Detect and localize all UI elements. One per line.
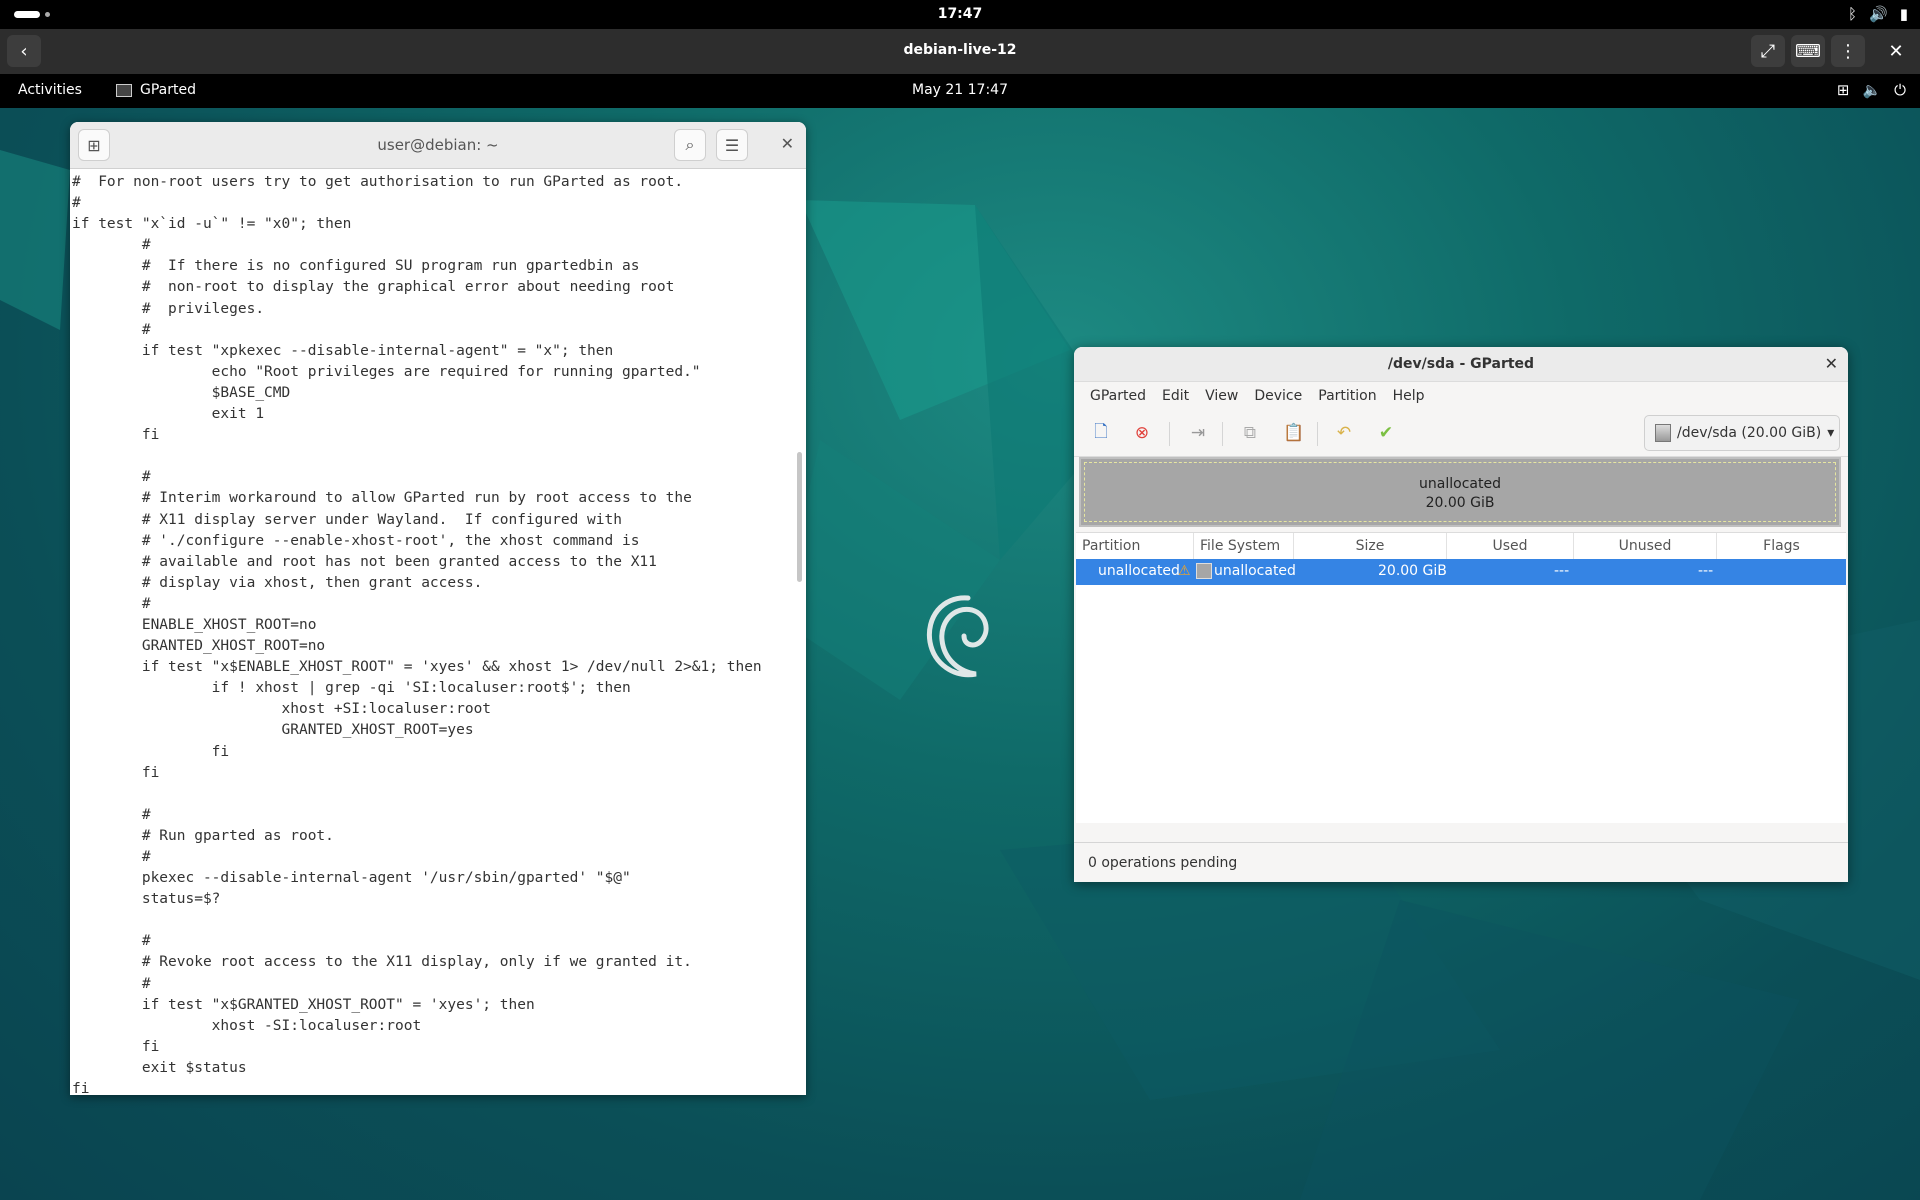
system-menu[interactable]: ⊞ 🔈 ⏻ — [1837, 81, 1906, 99]
menu-help[interactable]: Help — [1385, 388, 1433, 404]
delete-partition-button[interactable]: ⊗ — [1130, 422, 1154, 444]
search-icon: ⌕ — [685, 135, 695, 154]
debian-swirl-logo — [926, 595, 989, 678]
close-icon: ✕ — [780, 134, 794, 153]
gparted-window[interactable]: /dev/sda - GParted ✕ GParted Edit View D… — [1074, 347, 1848, 882]
volume-icon: 🔊 — [1869, 5, 1888, 23]
undo-icon: ↶ — [1336, 423, 1352, 443]
terminal-text: # For non-root users try to get authoris… — [72, 174, 762, 1095]
host-clock[interactable]: 17:47 — [0, 6, 1920, 22]
gparted-title: /dev/sda - GParted — [1387, 356, 1535, 372]
terminal-close-button[interactable]: ✕ — [781, 134, 794, 153]
delete-icon: ⊗ — [1134, 423, 1150, 443]
terminal-output[interactable]: # For non-root users try to get authoris… — [70, 169, 793, 1095]
cell-size: 20.00 GiB — [1378, 563, 1447, 579]
warning-icon: ⚠ — [1178, 563, 1191, 579]
terminal-search-button[interactable]: ⌕ — [674, 129, 706, 161]
checkmark-icon: ✔ — [1378, 423, 1394, 443]
filesystem-color-swatch — [1196, 563, 1212, 579]
cell-used: --- — [1554, 563, 1570, 579]
close-icon: ✕ — [1824, 354, 1838, 373]
hard-disk-icon — [1655, 424, 1671, 442]
gparted-close-button[interactable]: ✕ — [1825, 354, 1838, 373]
viewer-header-bar: ‹ debian-live-12 ⤢ ⌨ ⋮ ✕ — [0, 29, 1920, 74]
device-selector-label: /dev/sda (20.00 GiB) — [1677, 425, 1822, 441]
cell-partition: unallocated — [1098, 563, 1180, 579]
kebab-menu-icon: ⋮ — [1839, 40, 1857, 62]
viewer-title: debian-live-12 — [903, 42, 1017, 58]
column-header-file-system[interactable]: File System — [1194, 533, 1294, 559]
resize-move-button[interactable]: ⇥ — [1186, 422, 1210, 444]
gparted-status-bar: 0 operations pending — [1074, 842, 1848, 882]
undo-button[interactable]: ↶ — [1332, 422, 1356, 444]
disk-graphic-label: unallocated 20.00 GiB — [1081, 475, 1839, 513]
gparted-toolbar: 🗋 ⊗ ⇥ ⧉ 📋 ↶ ✔ /dev/sda (20.00 GiB) ▾ — [1074, 410, 1848, 457]
column-header-used[interactable]: Used — [1447, 533, 1574, 559]
apply-button[interactable]: ✔ — [1374, 422, 1398, 444]
gnome-top-panel: Activities GParted May 21 17:47 ⊞ 🔈 ⏻ — [0, 74, 1920, 108]
column-header-size[interactable]: Size — [1294, 533, 1447, 559]
hamburger-menu-icon: ☰ — [724, 135, 740, 155]
column-header-partition[interactable]: Partition — [1076, 533, 1194, 559]
volume-icon: 🔈 — [1862, 81, 1882, 99]
terminal-scrollbar[interactable] — [797, 452, 802, 582]
terminal-window[interactable]: ⊞ user@debian: ~ ⌕ ☰ ✕ # For non-root us… — [70, 122, 806, 1095]
menu-partition[interactable]: Partition — [1310, 388, 1384, 404]
menu-view[interactable]: View — [1197, 388, 1246, 404]
paste-icon: 📋 — [1283, 423, 1305, 443]
close-viewer-button[interactable]: ✕ — [1879, 35, 1913, 67]
menu-device[interactable]: Device — [1246, 388, 1310, 404]
disk-graphic-size: 20.00 GiB — [1425, 495, 1495, 511]
cell-unused: --- — [1698, 563, 1714, 579]
cell-file-system: unallocated — [1214, 563, 1296, 579]
menu-edit[interactable]: Edit — [1154, 388, 1197, 404]
bluetooth-icon: ᛒ — [1848, 5, 1858, 23]
disk-graphic-name: unallocated — [1419, 476, 1501, 492]
new-document-icon: 🗋 — [1094, 421, 1108, 442]
disk-graphic[interactable]: unallocated 20.00 GiB — [1079, 457, 1841, 527]
gparted-menu-bar: GParted Edit View Device Partition Help — [1074, 382, 1848, 410]
dropdown-arrow-icon: ▾ — [1827, 425, 1835, 441]
new-partition-button[interactable]: 🗋 — [1089, 422, 1113, 444]
resize-icon: ⇥ — [1190, 423, 1206, 443]
battery-icon: ▮ — [1899, 5, 1908, 23]
terminal-header-bar[interactable]: ⊞ user@debian: ~ ⌕ ☰ ✕ — [70, 122, 806, 169]
keyboard-icon: ⌨ — [1795, 40, 1821, 62]
copy-icon: ⧉ — [1243, 423, 1257, 443]
partition-table: Partition File System Size Used Unused F… — [1076, 532, 1846, 823]
copy-button[interactable]: ⧉ — [1238, 422, 1262, 444]
column-header-flags[interactable]: Flags — [1717, 533, 1846, 559]
fullscreen-icon: ⤢ — [1760, 40, 1776, 62]
host-status-icons[interactable]: ᛒ 🔊 ▮ — [1848, 5, 1908, 23]
paste-button[interactable]: 📋 — [1282, 422, 1306, 444]
menu-button[interactable]: ⋮ — [1831, 35, 1865, 67]
fullscreen-button[interactable]: ⤢ — [1751, 35, 1785, 67]
table-row[interactable]: unallocated ⚠ unallocated 20.00 GiB --- … — [1076, 559, 1846, 585]
device-selector[interactable]: /dev/sda (20.00 GiB) ▾ — [1644, 415, 1840, 451]
keyboard-button[interactable]: ⌨ — [1791, 35, 1825, 67]
column-header-unused[interactable]: Unused — [1574, 533, 1717, 559]
menu-gparted[interactable]: GParted — [1082, 388, 1154, 404]
close-icon: ✕ — [1888, 40, 1904, 62]
gparted-title-bar[interactable]: /dev/sda - GParted ✕ — [1074, 347, 1848, 382]
power-icon: ⏻ — [1894, 81, 1906, 99]
terminal-menu-button[interactable]: ☰ — [716, 129, 748, 161]
network-icon: ⊞ — [1836, 81, 1850, 99]
host-top-bar: 17:47 ᛒ 🔊 ▮ — [0, 0, 1920, 29]
operations-pending-label: 0 operations pending — [1088, 855, 1238, 871]
date-time[interactable]: May 21 17:47 — [0, 82, 1920, 98]
